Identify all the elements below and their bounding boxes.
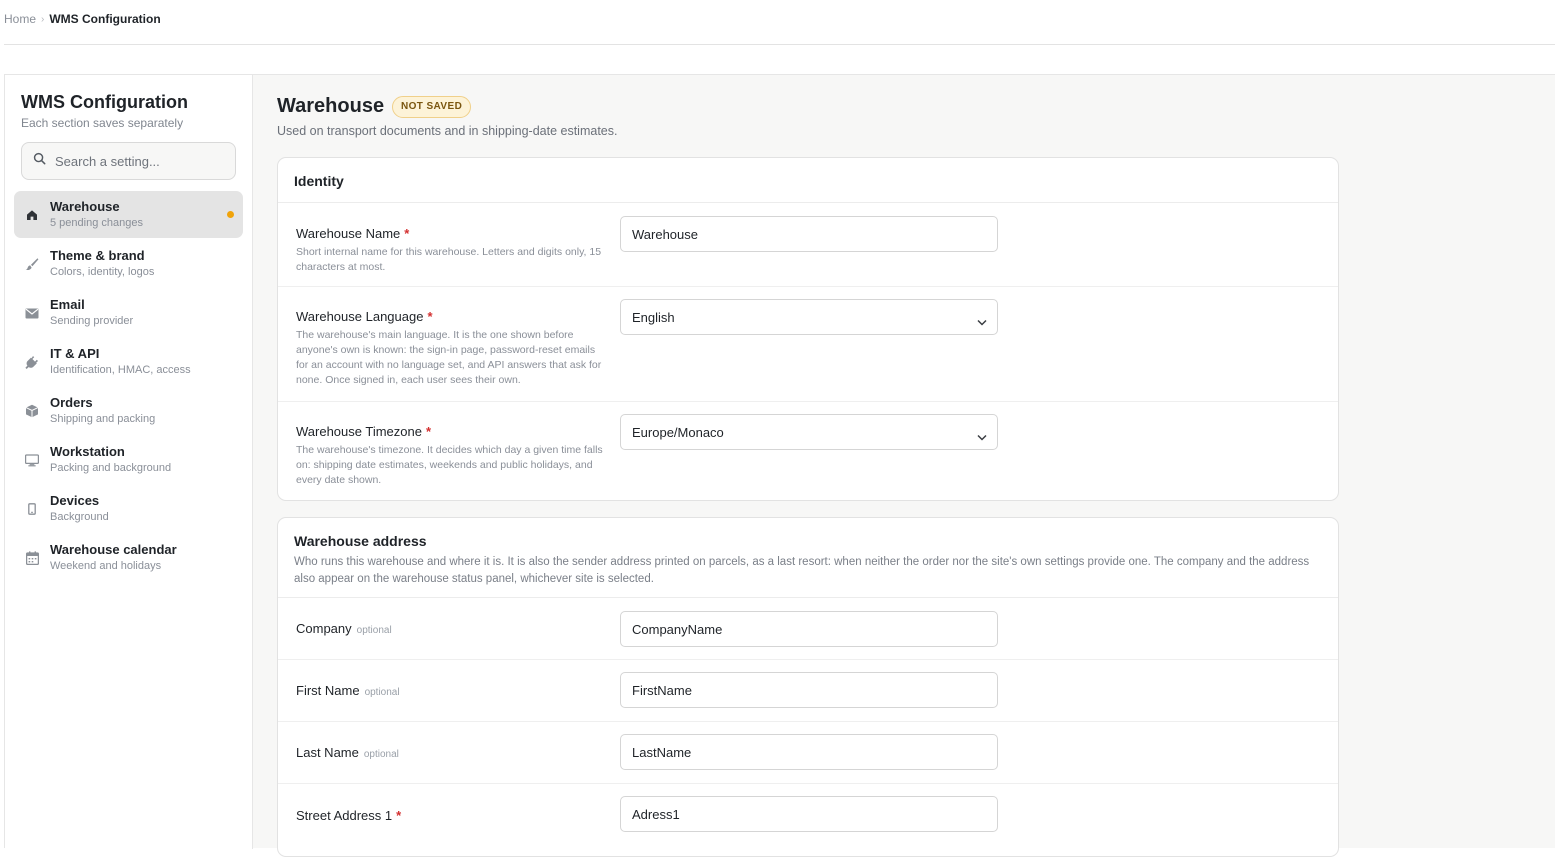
- sidebar-title: WMS Configuration: [21, 92, 188, 112]
- field-label: Warehouse Timezone *: [296, 424, 432, 439]
- sidebar-item-email[interactable]: Email Sending provider: [14, 289, 243, 336]
- status-badge: NOT SAVED: [392, 96, 472, 118]
- sidebar-item-label: IT & API: [50, 346, 100, 361]
- field-label: Warehouse Language *: [296, 309, 433, 324]
- breadcrumb-current: WMS Configuration: [49, 12, 161, 26]
- warehouse-name-field[interactable]: [620, 216, 998, 252]
- sidebar-item-calendar[interactable]: Warehouse calendar Weekend and holidays: [14, 534, 243, 581]
- field-label: Warehouse Name *: [296, 226, 410, 241]
- sidebar-item-orders[interactable]: Orders Shipping and packing: [14, 387, 243, 434]
- select-value: Europe/Monaco: [632, 424, 724, 440]
- field-label: First Name optional: [296, 683, 400, 698]
- warehouse-timezone-select[interactable]: Europe/Monaco: [620, 414, 998, 450]
- field-help: The warehouse's timezone. It decides whi…: [296, 444, 603, 486]
- sidebar-item-label: Theme & brand: [50, 248, 145, 263]
- sidebar-item-label: Email: [50, 297, 85, 312]
- first-name-field[interactable]: [620, 672, 998, 708]
- last-name-input[interactable]: [632, 744, 972, 760]
- sidebar-item-label: Workstation: [50, 444, 125, 459]
- sidebar-item-warehouse[interactable]: Warehouse 5 pending changes: [14, 191, 243, 238]
- street-address-1-input[interactable]: [632, 806, 972, 822]
- field-help: The warehouse's main language. It is the…: [296, 329, 602, 386]
- sidebar-item-desc: Colors, identity, logos: [50, 266, 155, 278]
- sidebar-item-label: Devices: [50, 493, 100, 508]
- warehouse-language-select[interactable]: English: [620, 299, 998, 335]
- settings-frame: WMS Configuration Each section saves sep…: [4, 74, 1555, 857]
- sidebar-item-it-api[interactable]: IT & API Identification, HMAC, access: [14, 338, 243, 385]
- company-field[interactable]: [620, 611, 998, 647]
- page-description: Used on transport documents and in shipp…: [277, 124, 618, 138]
- sidebar-item-desc: Sending provider: [50, 315, 134, 327]
- warehouse-name-input[interactable]: [632, 226, 972, 242]
- field-row-warehouse-timezone: Warehouse Timezone * The warehouse's time…: [278, 402, 1338, 500]
- field-row-last-name: Last Name optional: [278, 722, 1338, 784]
- sidebar-item-label: Warehouse: [50, 199, 120, 214]
- card-header: Warehouse address Who runs this warehous…: [278, 518, 1338, 598]
- search-box[interactable]: [21, 142, 236, 180]
- card-title: Warehouse address: [294, 533, 427, 549]
- sidebar: WMS Configuration Each section saves sep…: [5, 75, 253, 849]
- address-card: Warehouse address Who runs this warehous…: [277, 517, 1339, 857]
- card-description: Who runs this warehouse and where it is.…: [294, 556, 1310, 585]
- first-name-input[interactable]: [632, 682, 972, 698]
- phone-icon: [25, 502, 39, 516]
- sidebar-item-label: Warehouse calendar: [50, 542, 177, 557]
- card-title: Identity: [294, 173, 344, 189]
- identity-card: Identity Warehouse Name * Short internal …: [277, 157, 1339, 501]
- chevron-down-icon: [977, 313, 987, 331]
- sidebar-item-label: Orders: [50, 395, 93, 410]
- sidebar-subtitle: Each section saves separately: [21, 116, 184, 130]
- mail-icon: [25, 306, 39, 320]
- chevron-down-icon: [977, 428, 987, 446]
- field-help: Short internal name for this warehouse. …: [296, 246, 602, 273]
- card-header: Identity: [278, 158, 1338, 203]
- sidebar-item-desc: Background: [50, 511, 109, 523]
- breadcrumb: Home › WMS Configuration: [4, 12, 161, 26]
- plug-icon: [25, 355, 39, 369]
- breadcrumb-home-link[interactable]: Home: [4, 12, 36, 26]
- field-label: Street Address 1 *: [296, 808, 402, 823]
- home-icon: [25, 208, 39, 222]
- sidebar-item-theme[interactable]: Theme & brand Colors, identity, logos: [14, 240, 243, 287]
- field-label: Last Name optional: [296, 745, 399, 760]
- sidebar-item-workstation[interactable]: Workstation Packing and background: [14, 436, 243, 483]
- field-label: Company optional: [296, 621, 392, 636]
- last-name-field[interactable]: [620, 734, 998, 770]
- sidebar-item-desc: 5 pending changes: [50, 217, 143, 229]
- calendar-icon: [25, 551, 39, 565]
- search-input[interactable]: [55, 153, 225, 169]
- box-icon: [25, 404, 39, 418]
- breadcrumb-separator: ›: [41, 13, 45, 25]
- sidebar-item-desc: Shipping and packing: [50, 413, 156, 425]
- sidebar-item-devices[interactable]: Devices Background: [14, 485, 243, 532]
- company-input[interactable]: [632, 621, 972, 637]
- field-row-first-name: First Name optional: [278, 660, 1338, 722]
- search-icon: [33, 152, 46, 170]
- brush-icon: [25, 257, 39, 271]
- sidebar-item-desc: Packing and background: [50, 462, 172, 474]
- select-value: English: [632, 309, 675, 325]
- field-row-company: Company optional: [278, 598, 1338, 660]
- sidebar-item-desc: Weekend and holidays: [50, 560, 162, 572]
- page-title: Warehouse: [277, 95, 385, 117]
- field-row-warehouse-name: Warehouse Name * Short internal name for …: [278, 203, 1338, 287]
- sidebar-nav: Warehouse 5 pending changes Theme & bran…: [14, 191, 243, 583]
- street-address-1-field[interactable]: [620, 796, 998, 832]
- field-row-warehouse-language: Warehouse Language * The warehouse's main…: [278, 287, 1338, 402]
- monitor-icon: [25, 453, 39, 467]
- top-bar: Home › WMS Configuration: [4, 0, 1555, 45]
- sidebar-item-desc: Identification, HMAC, access: [50, 364, 191, 376]
- field-row-street-address-1: Street Address 1 *: [278, 784, 1338, 846]
- pending-dot: [227, 211, 234, 218]
